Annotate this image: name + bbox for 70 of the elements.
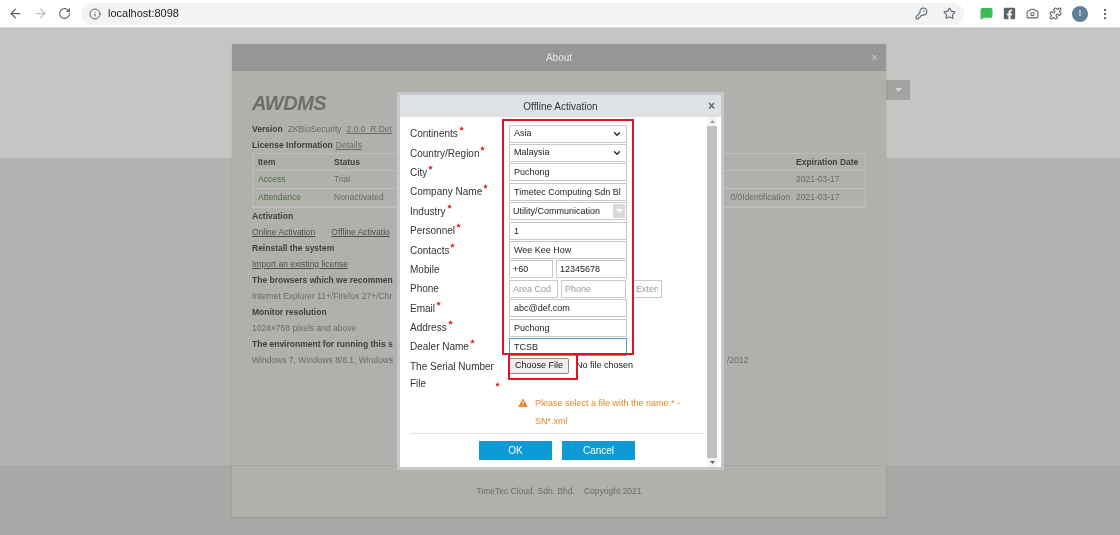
section-heading: The browsers which we recommen xyxy=(252,273,393,287)
profile-avatar[interactable]: I xyxy=(1072,5,1088,22)
field-label: Phone xyxy=(410,283,439,295)
footer-text: Copyright 2021 xyxy=(583,485,642,498)
text-field[interactable]: +60 xyxy=(509,260,553,279)
section-heading: The environment for running this s xyxy=(252,337,393,351)
field-label: Personnel xyxy=(410,225,456,237)
info-text: /2012 xyxy=(727,353,749,367)
info-text: 1024×768 pixels and above xyxy=(252,321,358,335)
field-label: Address xyxy=(410,322,447,334)
caret-icon xyxy=(615,209,623,214)
combo-field[interactable]: Utility/Communication xyxy=(509,202,627,221)
text-field[interactable]: abc@def.com xyxy=(509,299,627,318)
text-field[interactable]: 12345678 xyxy=(556,260,627,279)
reload-icon[interactable] xyxy=(58,7,71,20)
camera-icon[interactable] xyxy=(1026,7,1039,20)
section-heading: Monitor resolution xyxy=(252,305,327,319)
footer-text: TimeTec Cloud. Sdn. Bhd. xyxy=(476,485,575,498)
text-field[interactable]: Wee Kee How xyxy=(509,241,627,260)
logo: AWDMS xyxy=(252,92,327,114)
link[interactable]: Offline Activatio xyxy=(331,225,390,239)
caret-icon xyxy=(894,88,902,92)
key-icon[interactable] xyxy=(915,7,928,20)
field-label: Email xyxy=(410,302,435,314)
close-button[interactable]: × xyxy=(708,97,715,115)
info-text: Windows 7, Windows 8/8.1, Windows xyxy=(252,353,395,367)
section-heading: License Information xyxy=(252,138,333,152)
text-field[interactable]: Area Cod xyxy=(509,279,558,298)
field-label: Continents xyxy=(410,128,458,140)
address-bar[interactable]: localhost:8098 xyxy=(81,2,964,25)
section-heading: Activation xyxy=(252,209,294,223)
version-label: Version xyxy=(252,122,283,136)
column-header: Item xyxy=(253,154,331,171)
field-label: The Serial Number File xyxy=(410,359,494,391)
text-field[interactable]: 1 xyxy=(509,221,627,240)
link[interactable]: Online Activation xyxy=(252,225,316,239)
dropdown-toggle[interactable] xyxy=(613,204,625,219)
text-field[interactable]: Timetec Computing Sdn Bl xyxy=(509,182,627,201)
section-heading: Reinstall the system xyxy=(252,241,335,255)
text-field[interactable]: Puchong xyxy=(509,163,627,182)
column-header: Expiration Date xyxy=(794,154,865,171)
text-field[interactable]: Phone xyxy=(561,279,626,298)
dialog-title: Offline Activation xyxy=(523,99,598,114)
star-icon[interactable] xyxy=(943,7,956,20)
dialog-title: About xyxy=(545,51,573,65)
table-cell: Attendance xyxy=(253,189,331,207)
link[interactable]: Import an existing license xyxy=(252,257,348,271)
warning-icon xyxy=(517,396,529,409)
field-label: Company Name xyxy=(410,186,483,198)
field-label: Industry xyxy=(410,205,446,217)
back-icon[interactable] xyxy=(8,6,23,21)
table-cell: 0/0Identification xyxy=(730,191,790,204)
field-label: Mobile xyxy=(410,263,440,275)
field-label: Dealer Name xyxy=(410,341,469,353)
dropdown-field[interactable]: Asia xyxy=(509,124,627,143)
product-name: ZKBioSecurity xyxy=(287,122,342,136)
dropdown-field[interactable]: Malaysia xyxy=(509,144,627,163)
table-cell: Access xyxy=(253,171,331,189)
field-label: Contacts xyxy=(410,244,450,256)
text-field[interactable]: Exten xyxy=(632,279,662,298)
info-icon xyxy=(89,7,101,20)
scroll-up-icon[interactable] xyxy=(709,120,715,123)
table-cell: 2021-03-17 xyxy=(794,189,865,207)
facebook-icon[interactable] xyxy=(1003,7,1016,20)
warning-message: Please select a file with the name * - SN*.xml xyxy=(535,396,682,428)
puzzle-icon[interactable] xyxy=(1049,7,1062,20)
table-cell: 2021-03-17 xyxy=(794,171,865,189)
choose-file-button[interactable]: Choose File xyxy=(509,358,570,375)
info-text: Internet Explorer 11+/Firefox 27+/Chr xyxy=(252,289,394,303)
text-field[interactable]: Puchong xyxy=(509,318,627,337)
